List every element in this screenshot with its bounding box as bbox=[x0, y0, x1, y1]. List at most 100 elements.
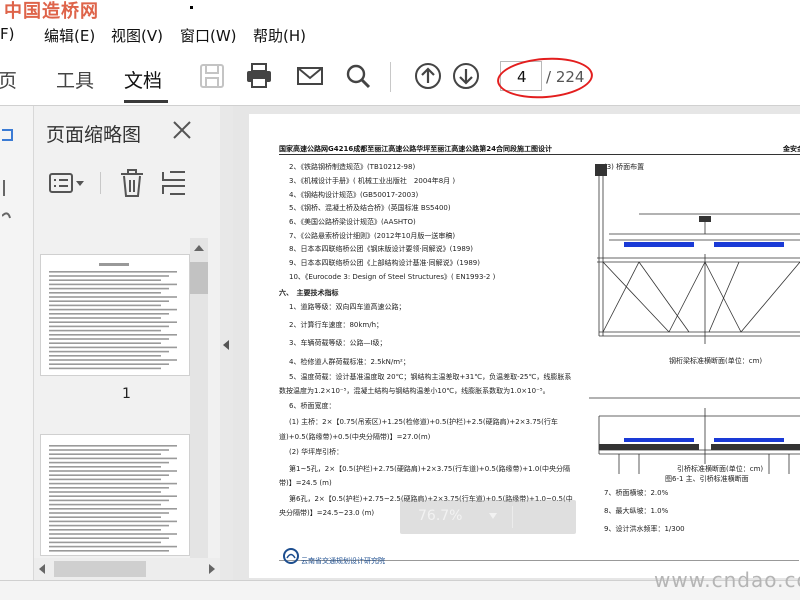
search-icon[interactable] bbox=[344, 62, 372, 90]
thumbnail-text-line bbox=[49, 545, 177, 548]
menu-help[interactable]: 帮助(H) bbox=[253, 25, 306, 46]
thumbnail-text-line bbox=[49, 338, 169, 340]
document-text-line: 道)+0.5(路缘带)+0.5(中央分隔带)】=27.0(m) bbox=[279, 433, 431, 441]
thumbnail-text-line bbox=[49, 524, 169, 527]
thumbnail-text-line bbox=[49, 308, 177, 311]
scroll-left-icon[interactable] bbox=[36, 562, 48, 576]
thumbnail-text-line bbox=[49, 445, 177, 447]
scrollbar-thumb[interactable] bbox=[190, 262, 208, 294]
thumbnail-text-line bbox=[49, 457, 177, 460]
document-text-line: 3、《机械设计手册》( 机械工业出版社 2004年8月 ) bbox=[289, 177, 456, 185]
document-text-line: 6、《美国公路桥梁设计规范》(AASHTO) bbox=[289, 218, 416, 226]
document-header-right: 金安金沙江大桥… bbox=[783, 145, 800, 153]
previous-page-icon[interactable] bbox=[414, 62, 442, 90]
thumbnail-text-line bbox=[49, 313, 169, 315]
document-text-line: 2、计算行车速度：80km/h； bbox=[289, 321, 384, 329]
save-icon[interactable] bbox=[198, 62, 226, 90]
document-text-line: 5、《钢桥、混凝土桥及结合桥》(英国标准 BS5400) bbox=[289, 204, 451, 212]
tab-tools[interactable]: 工具 bbox=[56, 66, 94, 93]
thumbnail-text-line bbox=[49, 334, 177, 336]
thumbnail-text-line bbox=[49, 329, 161, 332]
thumbnail-content bbox=[49, 445, 177, 552]
floating-zoom-toolbar[interactable]: 76.7% bbox=[400, 500, 576, 534]
tab-document[interactable]: 文档 bbox=[124, 66, 162, 93]
thumbnail-text-line bbox=[49, 346, 177, 349]
document-text-line: 9、日本本四联络桥公团《上部结构设计基准·同解说》(1989) bbox=[289, 259, 480, 267]
thumbnail-text-line bbox=[49, 292, 161, 294]
print-icon[interactable] bbox=[245, 62, 273, 90]
tab-home[interactable]: 页 bbox=[0, 66, 17, 93]
page-thumbnail-1[interactable] bbox=[40, 254, 190, 376]
scroll-right-icon[interactable] bbox=[206, 562, 218, 576]
attachment-icon[interactable] bbox=[2, 178, 12, 198]
thumbnail-text-line bbox=[49, 325, 169, 328]
zoom-value[interactable]: 76.7% bbox=[418, 508, 462, 524]
thumbnail-text-line bbox=[49, 503, 161, 506]
thumbnail-text-line bbox=[49, 359, 177, 361]
thumbnail-text-line bbox=[49, 516, 161, 518]
chevron-down-icon[interactable] bbox=[488, 512, 498, 520]
document-text-line: 7、《公路悬索桥设计细则》(2012年10月版一送审稿) bbox=[289, 232, 456, 240]
thumbnail-text-line bbox=[49, 533, 177, 535]
bridge-cross-section-diagram bbox=[589, 164, 800, 474]
thumbnail-text-line bbox=[49, 279, 161, 281]
close-icon[interactable] bbox=[172, 120, 192, 140]
thumbnail-text-line bbox=[49, 466, 161, 468]
thumbnail-text-line bbox=[49, 350, 169, 353]
panel-separator bbox=[100, 172, 101, 194]
thumbnail-text-line bbox=[49, 355, 161, 357]
thumbnail-text-line bbox=[49, 541, 161, 544]
figure-caption: 引桥标准横断面(单位：cm) bbox=[677, 465, 764, 473]
mail-icon[interactable] bbox=[296, 62, 324, 90]
collapse-panel-icon[interactable] bbox=[222, 338, 231, 352]
document-viewer[interactable]: 国家高速公路网G4216成都至丽江高速公路华坪至丽江高速公路第24合同段施工图设… bbox=[233, 106, 800, 580]
delete-icon[interactable] bbox=[118, 168, 146, 198]
thumbnail-text-line bbox=[49, 296, 177, 298]
menu-view[interactable]: 视图(V) bbox=[111, 25, 163, 46]
thumbnail-text-line bbox=[49, 342, 161, 344]
document-text-line: 1、道路等级：双向四车道高速公路； bbox=[289, 303, 406, 311]
thumbnail-text-line bbox=[49, 300, 169, 302]
layers-icon[interactable] bbox=[2, 206, 12, 226]
thumbnail-options-icon[interactable] bbox=[48, 168, 86, 198]
thumbnail-text-line bbox=[49, 271, 177, 273]
thumbnail-text-line bbox=[49, 317, 161, 319]
page-thumbnail-2[interactable] bbox=[40, 434, 190, 556]
institute-logo-icon bbox=[283, 548, 299, 564]
thumbnail-text-line bbox=[49, 478, 161, 481]
thumbnail-text-line bbox=[49, 491, 161, 493]
menu-window[interactable]: 窗口(W) bbox=[180, 25, 237, 46]
thumbnail-text-line bbox=[49, 487, 169, 489]
document-text-line: 4、检修道人群荷载标准：2.5kN/m²； bbox=[289, 358, 410, 366]
thumbnail-text-line bbox=[49, 304, 161, 307]
thumbnail-page-number: 1 bbox=[122, 386, 131, 402]
thumbnail-text-line bbox=[49, 283, 177, 286]
document-text-line: 央分隔带)】=24.5~23.0 (m) bbox=[279, 509, 375, 517]
thumbnail-text-line bbox=[49, 470, 177, 472]
bookmark-icon[interactable] bbox=[2, 126, 16, 144]
thumbnail-text-line bbox=[49, 287, 169, 290]
scroll-up-icon[interactable] bbox=[190, 238, 208, 258]
scrollbar-thumb[interactable] bbox=[54, 561, 146, 577]
thumbnail-text-line bbox=[49, 520, 177, 523]
menu-file[interactable]: F) bbox=[0, 25, 14, 43]
thumbnail-scrollbar[interactable] bbox=[190, 238, 208, 582]
toolbar-separator bbox=[390, 62, 391, 92]
next-page-icon[interactable] bbox=[452, 62, 480, 90]
navigation-pane-strip bbox=[0, 106, 34, 600]
watermark-logo: 中国造桥网 bbox=[4, 1, 99, 22]
extract-pages-icon[interactable] bbox=[160, 168, 188, 198]
menu-edit[interactable]: 编辑(E) bbox=[44, 25, 95, 46]
document-text-line: 2、《铁路钢桥制造规范》(TB10212-98) bbox=[289, 163, 416, 171]
thumbnail-horizontal-scrollbar[interactable] bbox=[34, 558, 220, 580]
thumbnail-panel: 页面缩略图 1 bbox=[34, 106, 220, 582]
document-text-line: 8、日本本四联络桥公团《钢床版设计要领·同解说》(1989) bbox=[289, 245, 473, 253]
thumbnail-text-line bbox=[49, 461, 169, 464]
document-text-line: 3、车辆荷载等级：公路—Ⅰ级； bbox=[289, 339, 387, 347]
document-text-line: 10、《Eurocode 3: Design of Steel Structur… bbox=[289, 273, 496, 281]
document-text-line: 8、最大纵坡：1.0% bbox=[604, 507, 669, 515]
document-text-line: 6、桥面宽度： bbox=[289, 402, 336, 410]
document-text-line: (1) 主桥：2×【0.75(吊索区)+1.25(检修道)+0.5(护栏)+2.… bbox=[289, 418, 558, 426]
pane-splitter[interactable] bbox=[220, 106, 233, 580]
document-text-line: 5、温度荷载：设计基准温度取 20℃；钢结构主温差取+31℃，负温差取-25℃，… bbox=[289, 373, 572, 381]
